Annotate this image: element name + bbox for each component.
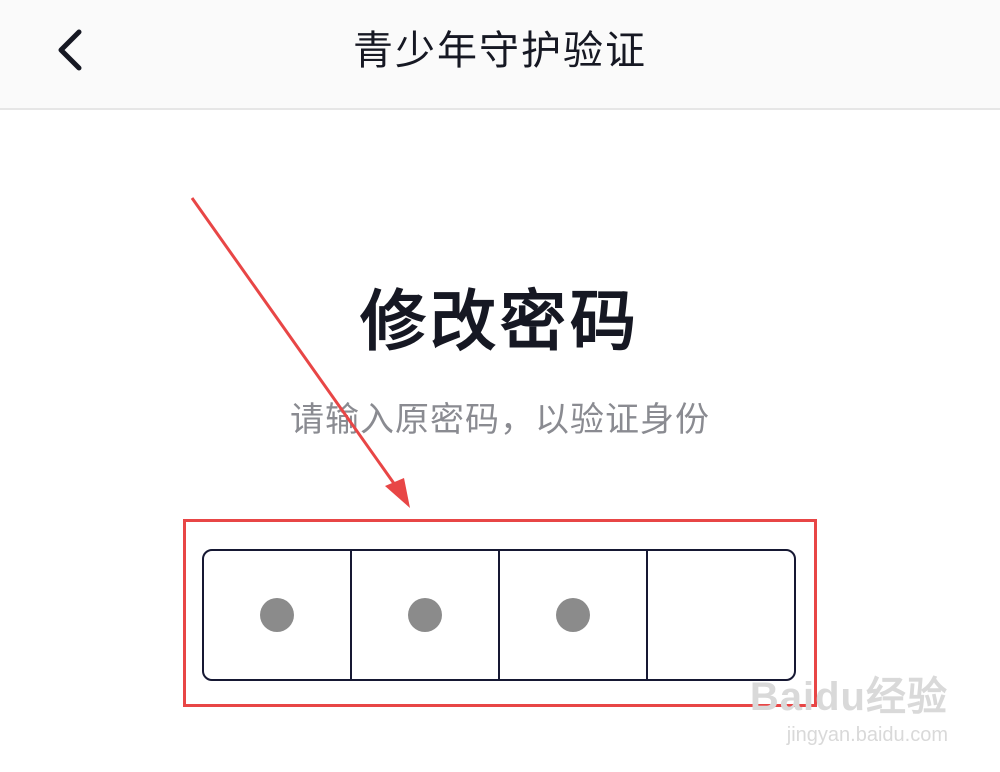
watermark-brand: Baidu经验 [749,675,948,719]
instruction-text: 请输入原密码，以验证身份 [290,400,710,440]
watermark-url: jingyan.baidu.com [786,724,948,746]
navigation-bar: 青少年守护验证 [0,0,1000,110]
page-title: 青少年守护验证 [353,28,647,74]
annotation-highlight-box [183,519,817,707]
change-password-heading: 修改密码 [360,283,640,360]
watermark: Baidu经验 jingyan.baidu.com [750,664,948,747]
